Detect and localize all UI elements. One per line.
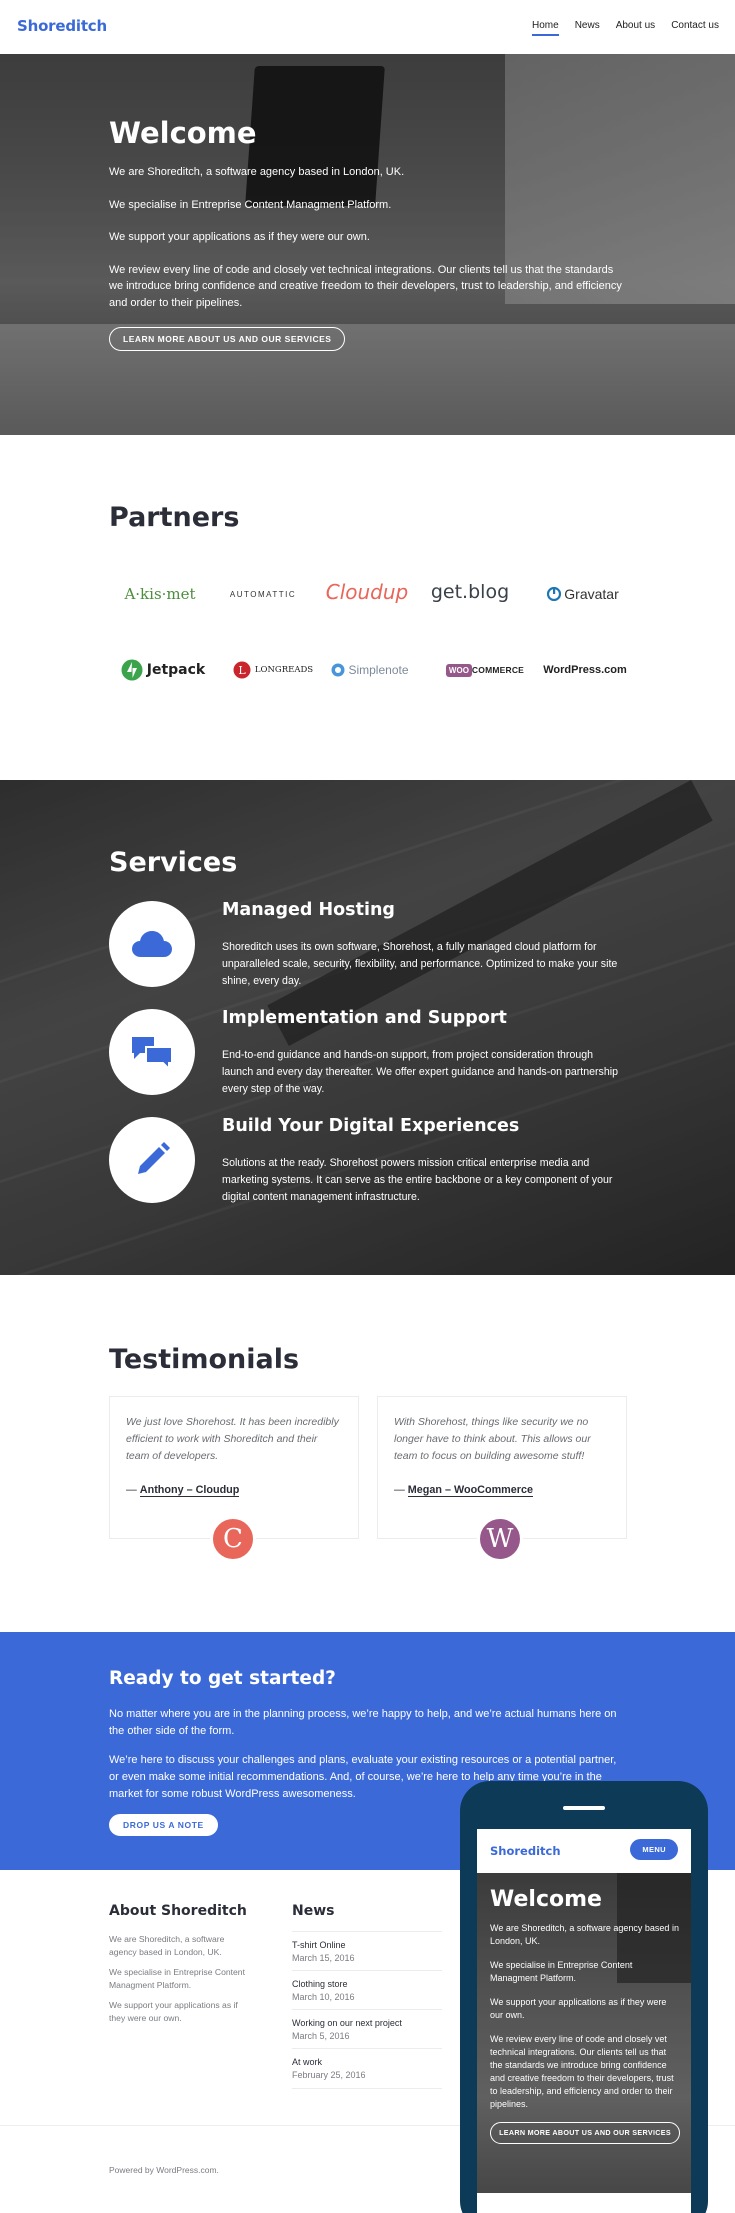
- getblog-logo[interactable]: get.blog: [420, 578, 520, 606]
- hero-section: Welcome We are Shoreditch, a software ag…: [0, 54, 735, 435]
- gravatar-icon: [547, 587, 562, 601]
- services-title: Services: [109, 847, 238, 878]
- cta-paragraph: No matter where you are in the planning …: [109, 1708, 617, 1737]
- news-item[interactable]: Working on our next project March 5, 201…: [292, 2009, 442, 2043]
- pencil-icon: [138, 1142, 170, 1174]
- about-paragraph: We are Shoreditch, a software agency bas…: [109, 1934, 225, 1957]
- news-title: News: [292, 1903, 335, 1919]
- digital-experiences-icon-circle: [109, 1117, 195, 1203]
- service-desc: Solutions at the ready. Shorehost powers…: [222, 1157, 613, 1203]
- nav-contact[interactable]: Contact us: [671, 20, 719, 36]
- automattic-logo[interactable]: AUTOMATTIC: [213, 580, 313, 608]
- wordpresscom-logo[interactable]: WordPress.com: [530, 656, 640, 684]
- nav-about[interactable]: About us: [616, 20, 655, 36]
- cloudup-logo[interactable]: Cloudup: [317, 578, 417, 606]
- nav-news[interactable]: News: [575, 20, 600, 36]
- phone-hero: Welcome We are Shoreditch, a software ag…: [477, 1873, 691, 2193]
- cloudup-avatar: C: [210, 1516, 256, 1562]
- phone-hero-paragraph: We support your applications as if they …: [490, 1997, 667, 2020]
- services-section: Services Managed Hosting Shoreditch uses…: [0, 780, 735, 1275]
- cta-title: Ready to get started?: [109, 1668, 336, 1689]
- news-item-date: March 5, 2016: [292, 2031, 350, 2041]
- phone-hero-paragraph: We specialise in Entreprise Content Mana…: [490, 1960, 633, 1983]
- news-item-date: February 25, 2016: [292, 2070, 366, 2080]
- phone-mockup: Shoreditch MENU Welcome We are Shoreditc…: [460, 1781, 708, 2213]
- news-item-title[interactable]: T-shirt Online: [292, 1939, 442, 1952]
- hero-paragraph: We are Shoreditch, a software agency bas…: [109, 166, 405, 178]
- svg-text:L: L: [238, 664, 246, 677]
- learn-more-button[interactable]: LEARN MORE ABOUT US AND OUR SERVICES: [109, 327, 346, 351]
- service-title: Build Your Digital Experiences: [222, 1116, 520, 1136]
- about-paragraph: We specialise in Entreprise Content Mana…: [109, 1967, 245, 1990]
- drop-us-a-note-button[interactable]: DROP US A NOTE: [109, 1814, 218, 1836]
- about-paragraph: We support your applications as if they …: [109, 2000, 238, 2023]
- phone-hero-paragraph: We are Shoreditch, a software agency bas…: [490, 1923, 679, 1946]
- jetpack-icon: [121, 659, 143, 681]
- nav-home[interactable]: Home: [532, 20, 559, 36]
- testimonial-quote: With Shorehost, things like security we …: [394, 1416, 591, 1462]
- longreads-icon: L: [233, 661, 251, 679]
- site-header: Shoreditch Home News About us Contact us: [0, 0, 735, 54]
- hero-paragraph: We review every line of code and closely…: [109, 263, 622, 309]
- powered-by-link[interactable]: Powered by WordPress.com.: [109, 2165, 219, 2175]
- testimonial-author: — Anthony – Cloudup: [126, 1484, 240, 1497]
- site-logo[interactable]: Shoreditch: [17, 17, 107, 35]
- jetpack-logo[interactable]: Jetpack: [113, 656, 213, 684]
- managed-hosting-icon-circle: [109, 901, 195, 987]
- news-item[interactable]: Clothing store March 10, 2016: [292, 1970, 442, 2004]
- hero-content: Welcome We are Shoreditch, a software ag…: [109, 116, 629, 351]
- news-item-title[interactable]: Clothing store: [292, 1978, 442, 1991]
- service-title: Implementation and Support: [222, 1008, 507, 1028]
- simplenote-icon: [331, 663, 345, 677]
- news-item-title[interactable]: Working on our next project: [292, 2017, 442, 2030]
- service-desc: Shoreditch uses its own software, Shoreh…: [222, 941, 618, 987]
- hero-title: Welcome: [109, 116, 257, 150]
- implementation-icon-circle: [109, 1009, 195, 1095]
- cloud-icon: [132, 931, 172, 957]
- chat-bubbles-icon: [132, 1037, 173, 1069]
- testimonial-quote: We just love Shorehost. It has been incr…: [126, 1416, 339, 1462]
- hero-paragraph: We support your applications as if they …: [109, 231, 370, 243]
- news-item-date: March 15, 2016: [292, 1953, 355, 1963]
- gravatar-logo[interactable]: Gravatar: [528, 580, 638, 608]
- news-item-date: March 10, 2016: [292, 1992, 355, 2002]
- phone-hero-content: Welcome We are Shoreditch, a software ag…: [490, 1887, 680, 2144]
- woocommerce-logo[interactable]: WOO COMMERCE: [430, 656, 540, 684]
- hero-paragraph: We specialise in Entreprise Content Mana…: [109, 198, 392, 211]
- phone-hero-title: Welcome: [490, 1887, 602, 1912]
- phone-menu-button[interactable]: MENU: [630, 1839, 678, 1860]
- phone-learn-more-button[interactable]: LEARN MORE ABOUT US AND OUR SERVICES: [490, 2122, 680, 2144]
- partners-title: Partners: [109, 502, 240, 533]
- simplenote-logo[interactable]: Simplenote: [320, 656, 420, 684]
- about-title: About Shoreditch: [109, 1903, 247, 1919]
- news-item-title[interactable]: At work: [292, 2056, 442, 2069]
- phone-screen: Shoreditch MENU Welcome We are Shoreditc…: [477, 1829, 691, 2213]
- longreads-logo[interactable]: L LONGREADS: [218, 656, 328, 684]
- phone-site-logo[interactable]: Shoreditch: [490, 1844, 561, 1858]
- service-desc: End-to-end guidance and hands-on support…: [222, 1049, 618, 1095]
- woocommerce-avatar: W: [477, 1516, 523, 1562]
- main-nav: Home News About us Contact us: [532, 20, 719, 36]
- phone-speaker: [563, 1806, 605, 1810]
- news-item[interactable]: T-shirt Online March 15, 2016: [292, 1931, 442, 1965]
- phone-hero-paragraph: We review every line of code and closely…: [490, 2034, 674, 2109]
- akismet-logo[interactable]: A·kis·met: [110, 580, 210, 608]
- news-item[interactable]: At work February 25, 2016: [292, 2048, 442, 2089]
- service-title: Managed Hosting: [222, 900, 395, 920]
- testimonial-author: — Megan – WooCommerce: [394, 1484, 533, 1497]
- testimonials-title: Testimonials: [109, 1344, 300, 1375]
